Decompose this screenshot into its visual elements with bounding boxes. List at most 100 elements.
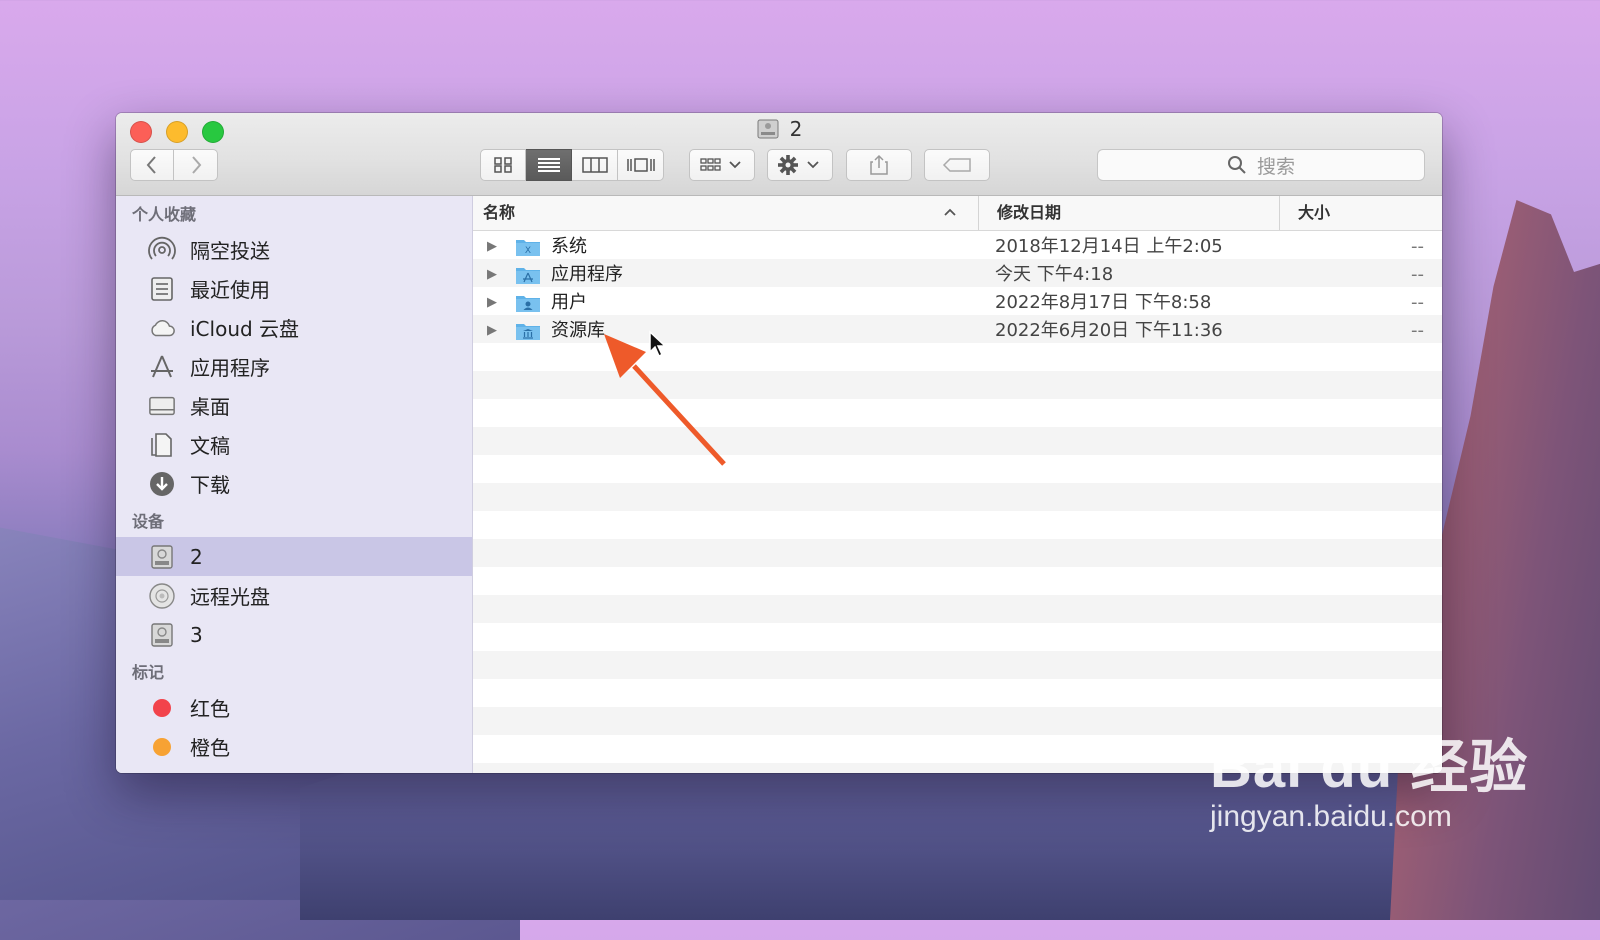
disclosure-triangle-icon[interactable]: ▶ (487, 261, 497, 289)
annotation-arrow-icon (604, 334, 726, 466)
sidebar-item-tag-red[interactable]: 红色 (116, 688, 472, 727)
share-button[interactable] (846, 149, 912, 181)
documents-icon (148, 431, 176, 459)
column-date-modified[interactable]: 修改日期 (978, 196, 1277, 230)
sidebar-item-label: 橙色 (190, 736, 230, 760)
users-folder-icon (516, 296, 540, 312)
icon-view-button[interactable] (480, 149, 526, 181)
column-header: 名称 修改日期 大小 (473, 196, 1442, 231)
applications-icon (148, 353, 176, 381)
watermark-url: jingyan.baidu.com (1210, 800, 1452, 833)
sidebar-item-disk-2[interactable]: 2 (116, 537, 472, 576)
tag-icon (942, 158, 971, 172)
disk-icon (148, 543, 176, 571)
orange-tag-icon (148, 733, 176, 761)
window-title-text: 2 (789, 117, 803, 141)
file-date: 2022年6月20日 下午11:36 (995, 320, 1223, 341)
tag-button[interactable] (924, 149, 990, 181)
sidebar-item-label: iCloud 云盘 (190, 317, 300, 341)
file-date: 2022年8月17日 下午8:58 (995, 292, 1212, 313)
columns-icon (581, 157, 608, 173)
sidebar-item-label: 隔空投送 (190, 239, 270, 263)
cloud-icon (148, 314, 176, 342)
action-button[interactable] (767, 149, 833, 181)
sidebar-item-applications[interactable]: 应用程序 (116, 347, 472, 386)
file-size: -- (1411, 264, 1424, 285)
disclosure-triangle-icon[interactable]: ▶ (487, 317, 497, 345)
applications-folder-icon (516, 268, 540, 284)
finder-window: 2 搜索 个人收藏 隔空投送 最近使用 iCloud 云盘 应用程序 桌面 文稿… (116, 113, 1442, 773)
cover-flow-icon (626, 158, 655, 172)
sidebar-item-label: 2 (190, 544, 203, 569)
list-icon (537, 158, 560, 172)
search-field[interactable]: 搜索 (1097, 149, 1425, 181)
sort-ascending-icon (943, 196, 957, 230)
gear-icon (778, 155, 819, 175)
column-size[interactable]: 大小 (1279, 196, 1442, 230)
arrange-icon (700, 158, 741, 171)
red-tag-icon (148, 694, 176, 722)
disclosure-triangle-icon[interactable]: ▶ (487, 233, 497, 261)
airdrop-icon (148, 236, 176, 264)
window-title: 2 (116, 117, 1442, 141)
file-size: -- (1411, 236, 1424, 257)
table-row[interactable]: ▶ 应用程序 今天 下午4:18 -- (473, 261, 1442, 289)
file-name: 系统 (551, 236, 587, 257)
recents-icon (148, 275, 176, 303)
grid-icon (494, 157, 512, 173)
file-name: 资源库 (551, 320, 605, 341)
sidebar-item-icloud[interactable]: iCloud 云盘 (116, 308, 472, 347)
file-name: 应用程序 (551, 264, 623, 285)
file-size: -- (1411, 292, 1424, 313)
search-placeholder: 搜索 (1256, 155, 1295, 178)
sidebar-item-label: 应用程序 (190, 356, 270, 380)
disclosure-triangle-icon[interactable]: ▶ (487, 289, 497, 317)
cover-flow-button[interactable] (618, 149, 664, 181)
file-date: 2018年12月14日 上午2:05 (995, 236, 1223, 257)
sidebar-item-airdrop[interactable]: 隔空投送 (116, 230, 472, 269)
titlebar: 2 搜索 (116, 113, 1442, 196)
favorites-section-title: 个人收藏 (132, 205, 197, 224)
sidebar-item-tag-orange[interactable]: 橙色 (116, 727, 472, 766)
tags-section-title: 标记 (132, 663, 165, 682)
table-row[interactable]: ▶ X 系统 2018年12月14日 上午2:05 -- (473, 233, 1442, 261)
sidebar-item-label: 下载 (190, 473, 230, 497)
sidebar-item-label: 远程光盘 (190, 585, 270, 609)
sidebar-item-label: 桌面 (190, 395, 230, 419)
sidebar-item-remote-disc[interactable]: 远程光盘 (116, 576, 472, 615)
nav-buttons (130, 149, 218, 181)
disk-icon (757, 119, 779, 139)
table-row[interactable]: ▶ 用户 2022年8月17日 下午8:58 -- (473, 289, 1442, 317)
search-icon (1227, 156, 1246, 174)
baidu-watermark: Bai du 经验 jingyan.baidu.com (1210, 720, 1528, 834)
sidebar-item-label: 3 (190, 622, 203, 647)
file-name: 用户 (551, 292, 587, 313)
sidebar-item-recents[interactable]: 最近使用 (116, 269, 472, 308)
mouse-pointer-icon (649, 330, 667, 358)
sidebar-item-desktop[interactable]: 桌面 (116, 386, 472, 425)
sidebar-item-downloads[interactable]: 下载 (116, 464, 472, 503)
disk-icon (148, 621, 176, 649)
list-view-button[interactable] (526, 149, 572, 181)
forward-button[interactable] (174, 149, 218, 181)
sidebar-item-disk-3[interactable]: 3 (116, 615, 472, 654)
share-icon (870, 154, 888, 175)
library-folder-icon (516, 324, 540, 340)
chevron-left-icon (146, 156, 156, 174)
devices-section-title: 设备 (132, 512, 165, 531)
column-name[interactable]: 名称 (483, 196, 515, 230)
back-button[interactable] (130, 149, 174, 181)
chevron-right-icon (191, 156, 201, 174)
system-folder-icon: X (516, 240, 540, 256)
view-mode-group (480, 149, 664, 181)
sidebar-item-label: 最近使用 (190, 278, 270, 302)
sidebar-item-label: 文稿 (190, 434, 230, 458)
arrange-button[interactable] (689, 149, 755, 181)
file-date: 今天 下午4:18 (995, 264, 1114, 285)
column-view-button[interactable] (572, 149, 618, 181)
file-size: -- (1411, 320, 1424, 341)
sidebar-item-documents[interactable]: 文稿 (116, 425, 472, 464)
desktop-icon (148, 392, 176, 420)
watermark-brand: Bai du 经验 (1210, 735, 1529, 800)
svg-text:X: X (525, 246, 531, 256)
